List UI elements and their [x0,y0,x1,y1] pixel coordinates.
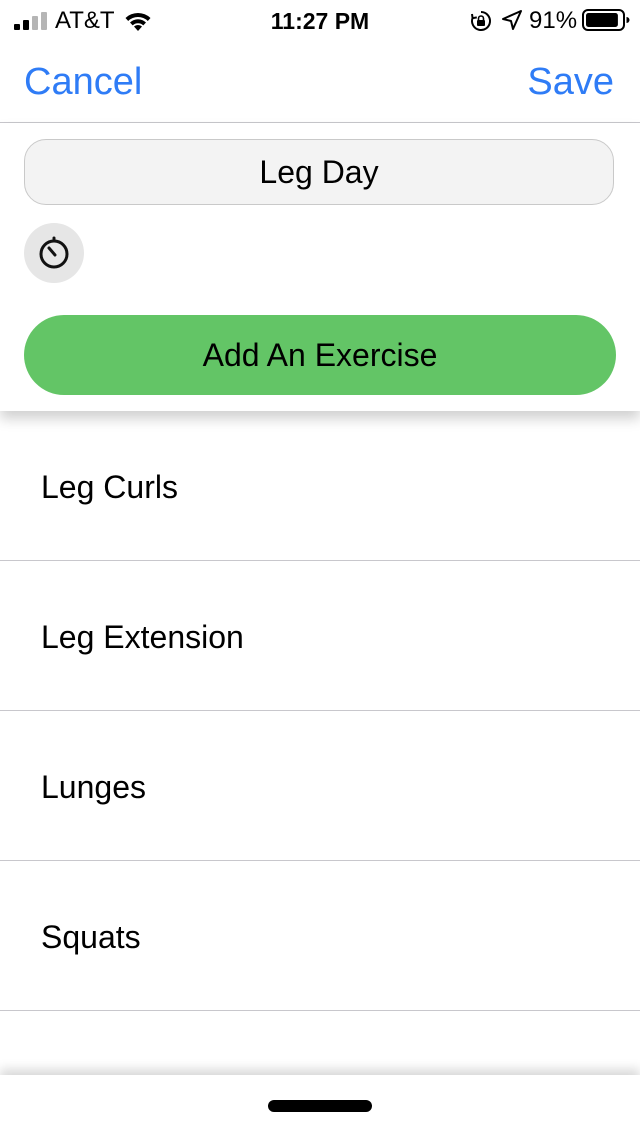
workout-header: Leg Day Add An Exercise [0,123,640,411]
location-arrow-icon [502,10,522,30]
save-button[interactable]: Save [527,60,614,104]
stopwatch-icon [39,236,69,269]
bottom-toolbar [0,1075,640,1136]
exercise-name: Leg Curls [41,469,178,505]
workout-name-field[interactable]: Leg Day [24,139,614,205]
add-exercise-button[interactable]: Add An Exercise [24,315,616,395]
exercise-name: Squats [41,919,141,955]
exercise-name: Lunges [41,769,146,805]
battery-percent: 91% [529,7,578,34]
list-item[interactable]: Squats [0,861,640,1011]
timer-button[interactable] [24,223,84,283]
rotation-lock-icon [471,11,492,31]
exercise-name: Leg Extension [41,619,244,655]
list-item[interactable]: Lunges [0,711,640,861]
list-item[interactable]: Leg Extension [0,561,640,711]
exercise-list: Leg Curls Leg Extension Lunges Squats [0,411,640,1011]
status-bar: AT&T 11:27 PM 91% [0,0,640,40]
navigation-bar: Cancel Save [0,40,640,123]
cancel-button[interactable]: Cancel [24,60,142,104]
battery-icon [582,9,630,31]
list-item[interactable]: Leg Curls [0,411,640,561]
home-indicator[interactable] [268,1100,372,1112]
